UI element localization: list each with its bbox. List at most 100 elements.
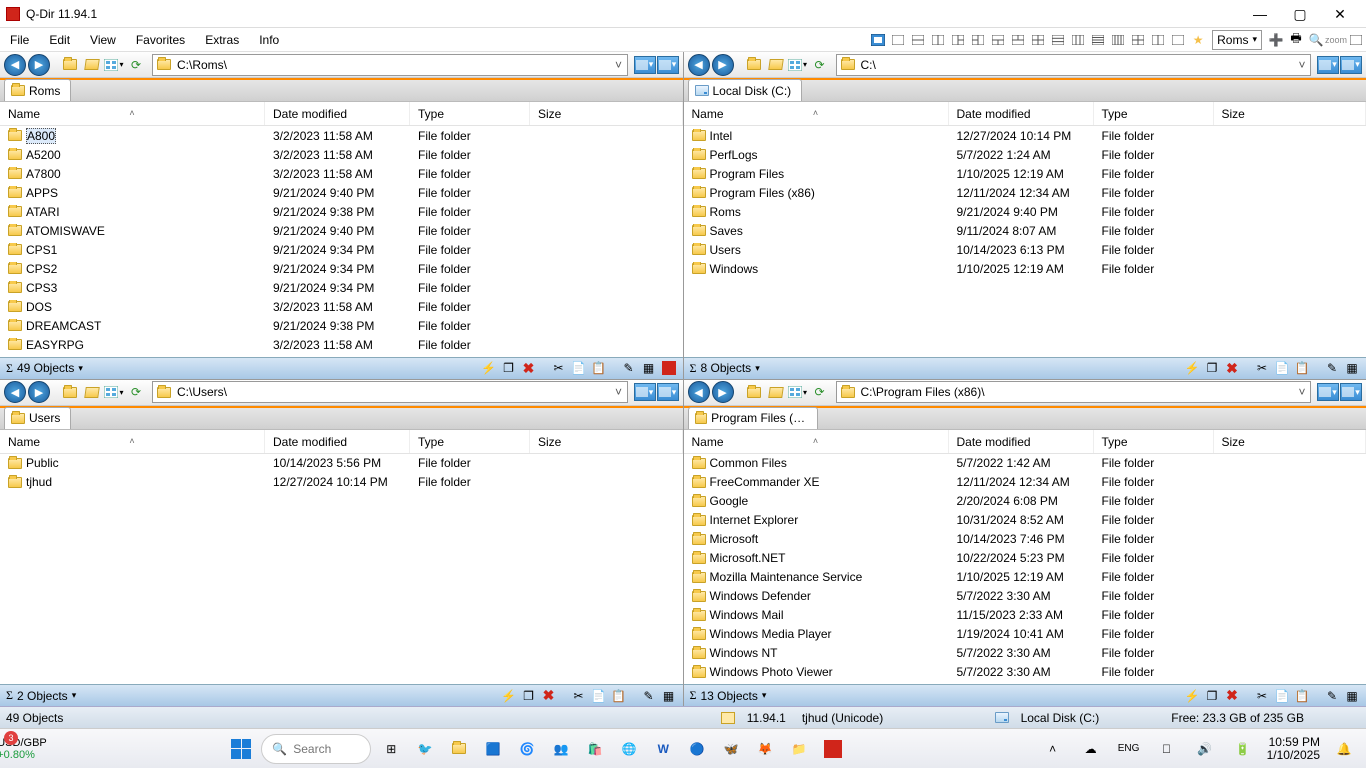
- layout-1-icon[interactable]: [890, 32, 906, 48]
- drive-combo[interactable]: Roms ▾: [1212, 30, 1262, 50]
- file-list[interactable]: Public10/14/2023 5:56 PMFile foldertjhud…: [0, 454, 683, 685]
- copy-icon[interactable]: 📄: [591, 688, 607, 704]
- col-type[interactable]: Type: [1094, 430, 1214, 453]
- col-type[interactable]: Type: [410, 102, 530, 125]
- tab[interactable]: Users: [4, 407, 71, 429]
- file-list[interactable]: A8003/2/2023 11:58 AMFile folderA52003/2…: [0, 126, 683, 357]
- views-icon[interactable]: ▾: [104, 55, 124, 75]
- col-size[interactable]: Size: [530, 430, 683, 453]
- col-name[interactable]: ˄Name: [0, 430, 265, 453]
- taskbar-freecommander-icon[interactable]: 📁: [785, 735, 813, 763]
- view-preset-2[interactable]: ▾: [1340, 56, 1362, 74]
- view-preset-2[interactable]: ▾: [657, 56, 679, 74]
- table-row[interactable]: EASYRPG3/2/2023 11:58 AMFile folder: [0, 335, 683, 354]
- tray-notifications-icon[interactable]: 🔔: [1330, 735, 1358, 763]
- filter-icon[interactable]: ⚡: [501, 688, 517, 704]
- layout-save-icon[interactable]: [870, 32, 886, 48]
- copy-icon[interactable]: 📄: [1274, 360, 1290, 376]
- select-icon[interactable]: ▦: [1344, 688, 1360, 704]
- address-input[interactable]: [175, 385, 611, 399]
- address-dropdown-icon[interactable]: ˅: [1294, 385, 1310, 399]
- table-row[interactable]: Saves9/11/2024 8:07 AMFile folder: [684, 221, 1366, 240]
- cut-icon[interactable]: ✂: [1254, 360, 1270, 376]
- task-view-icon[interactable]: ⊞: [377, 735, 405, 763]
- tab[interactable]: Program Files (x8 ...: [688, 407, 818, 429]
- address-input[interactable]: [175, 58, 611, 72]
- tab[interactable]: Local Disk (C:): [688, 79, 803, 101]
- taskbar-app-3[interactable]: 🔵: [683, 735, 711, 763]
- target-pane-icon[interactable]: [661, 360, 677, 376]
- edit-icon[interactable]: ✎: [1324, 688, 1340, 704]
- back-button[interactable]: ◀: [688, 381, 710, 403]
- taskbar-app-2[interactable]: 🟦: [479, 735, 507, 763]
- tray-onedrive-icon[interactable]: ☁: [1077, 735, 1105, 763]
- forward-button[interactable]: ▶: [28, 381, 50, 403]
- edit-icon[interactable]: ✎: [621, 360, 637, 376]
- back-button[interactable]: ◀: [4, 381, 26, 403]
- tray-language-icon[interactable]: ENG: [1115, 735, 1143, 763]
- table-row[interactable]: Windows Photo Viewer5/7/2022 3:30 AMFile…: [684, 663, 1366, 682]
- col-size[interactable]: Size: [1214, 102, 1366, 125]
- table-row[interactable]: Mozilla Maintenance Service1/10/2025 12:…: [684, 568, 1366, 587]
- taskbar-explorer-icon[interactable]: [445, 735, 473, 763]
- status-dropdown-icon[interactable]: ▾: [755, 363, 760, 374]
- layout-3b-icon[interactable]: [970, 32, 986, 48]
- magnify-icon[interactable]: 🔍: [1308, 32, 1324, 48]
- taskbar-search[interactable]: 🔍: [261, 734, 371, 764]
- views-icon[interactable]: ▾: [788, 55, 808, 75]
- table-row[interactable]: Windows Defender5/7/2022 3:30 AMFile fol…: [684, 587, 1366, 606]
- views-icon[interactable]: ▾: [788, 382, 808, 402]
- taskbar-qdir-icon[interactable]: [819, 735, 847, 763]
- address-bar[interactable]: ˅: [152, 54, 628, 76]
- view-preset-1[interactable]: ▾: [634, 383, 656, 401]
- newwin-icon[interactable]: ❐: [521, 688, 537, 704]
- layout-1b-icon[interactable]: [1170, 32, 1186, 48]
- view-preset-1[interactable]: ▾: [1317, 383, 1339, 401]
- view-preset-2[interactable]: ▾: [657, 383, 679, 401]
- newwin-icon[interactable]: ❐: [501, 360, 517, 376]
- table-row[interactable]: CPS19/21/2024 9:34 PMFile folder: [0, 240, 683, 259]
- layout-2v-icon[interactable]: [930, 32, 946, 48]
- table-row[interactable]: Common Files5/7/2022 1:42 AMFile folder: [684, 454, 1366, 473]
- address-dropdown-icon[interactable]: ˅: [1294, 58, 1310, 72]
- table-row[interactable]: Windows1/10/2025 12:19 AMFile folder: [684, 259, 1366, 278]
- address-bar[interactable]: ˅: [152, 381, 628, 403]
- cut-icon[interactable]: ✂: [571, 688, 587, 704]
- table-row[interactable]: DREAMCAST9/21/2024 9:38 PMFile folder: [0, 316, 683, 335]
- layout-3h-icon[interactable]: [1050, 32, 1066, 48]
- table-row[interactable]: Google2/20/2024 6:08 PMFile folder: [684, 492, 1366, 511]
- forward-button[interactable]: ▶: [712, 54, 734, 76]
- view-preset-1[interactable]: ▾: [1317, 56, 1339, 74]
- delete-icon[interactable]: ✖: [1224, 688, 1240, 704]
- taskbar-search-input[interactable]: [293, 742, 353, 756]
- tray-battery-icon[interactable]: 🔋: [1229, 735, 1257, 763]
- layout-2h-icon[interactable]: [910, 32, 926, 48]
- refresh-icon[interactable]: ⟳: [126, 55, 146, 75]
- edit-icon[interactable]: ✎: [641, 688, 657, 704]
- close-button[interactable]: ✕: [1320, 2, 1360, 26]
- table-row[interactable]: A52003/2/2023 11:58 AMFile folder: [0, 145, 683, 164]
- tray-volume-icon[interactable]: 🔊: [1191, 735, 1219, 763]
- layout-3e-icon[interactable]: [1150, 32, 1166, 48]
- layout-4v-icon[interactable]: [1110, 32, 1126, 48]
- layout-3d-icon[interactable]: [1010, 32, 1026, 48]
- col-name[interactable]: ˄Name: [0, 102, 265, 125]
- paste-icon[interactable]: 📋: [1294, 360, 1310, 376]
- menu-info[interactable]: Info: [249, 28, 289, 51]
- col-name[interactable]: ˄Name: [684, 430, 949, 453]
- col-date[interactable]: Date modified: [949, 430, 1094, 453]
- maximize-button[interactable]: ▢: [1280, 2, 1320, 26]
- maximize-pane-icon[interactable]: [1348, 32, 1364, 48]
- table-row[interactable]: ATOMISWAVE9/21/2024 9:40 PMFile folder: [0, 221, 683, 240]
- file-list[interactable]: Common Files5/7/2022 1:42 AMFile folderF…: [684, 454, 1366, 685]
- table-row[interactable]: A78003/2/2023 11:58 AMFile folder: [0, 164, 683, 183]
- tray-wifi-icon[interactable]: 􀙇: [1153, 735, 1181, 763]
- address-bar[interactable]: ˅: [836, 54, 1312, 76]
- tab[interactable]: Roms: [4, 79, 71, 101]
- taskbar-app-1[interactable]: 🐦: [411, 735, 439, 763]
- table-row[interactable]: Program Files1/10/2025 12:19 AMFile fold…: [684, 164, 1366, 183]
- table-row[interactable]: Public10/14/2023 5:56 PMFile folder: [0, 454, 683, 473]
- print-icon[interactable]: 🖶: [1288, 32, 1304, 48]
- cut-icon[interactable]: ✂: [1254, 688, 1270, 704]
- select-icon[interactable]: ▦: [1344, 360, 1360, 376]
